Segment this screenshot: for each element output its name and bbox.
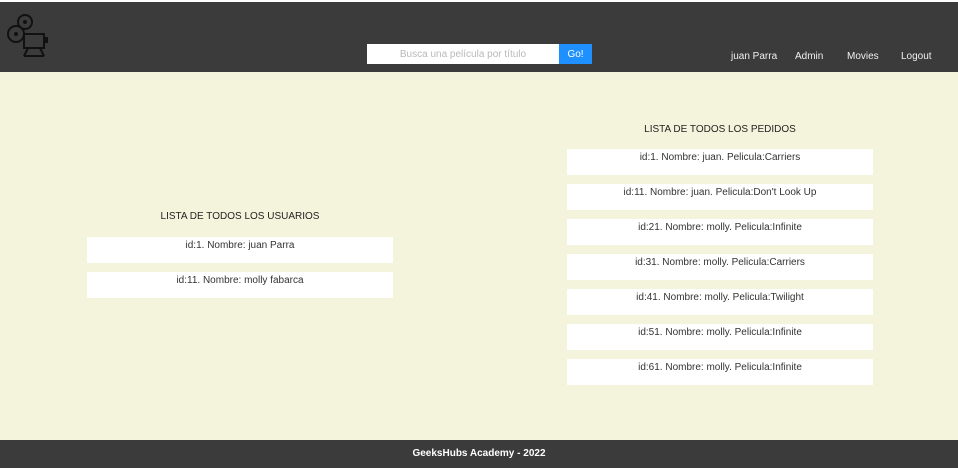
header-top-line	[0, 0, 958, 2]
order-list-item: id:51. Nombre: molly. Pelicula:Infinite	[567, 324, 873, 350]
order-list-item: id:11. Nombre: juan. Pelicula:Don't Look…	[567, 184, 873, 210]
order-list-item: id:41. Nombre: molly. Pelicula:Twilight	[567, 289, 873, 315]
search-form: Go!	[367, 44, 592, 64]
users-list-title: LISTA DE TODOS LOS USUARIOS	[160, 211, 320, 222]
user-list-item: id:1. Nombre: juan Parra	[87, 237, 393, 263]
header: Go! juan Parra Admin Movies Logout	[0, 0, 958, 72]
nav-user-profile[interactable]: juan Parra	[731, 51, 777, 62]
search-input[interactable]	[367, 44, 559, 64]
order-list-item: id:61. Nombre: molly. Pelicula:Infinite	[567, 359, 873, 385]
order-list-item: id:31. Nombre: molly. Pelicula:Carriers	[567, 254, 873, 280]
film-projector-logo-icon[interactable]	[4, 12, 50, 58]
nav-movies[interactable]: Movies	[847, 51, 879, 62]
nav-logout[interactable]: Logout	[901, 51, 932, 62]
order-list-item: id:21. Nombre: molly. Pelicula:Infinite	[567, 219, 873, 245]
footer: GeeksHubs Academy - 2022	[0, 440, 958, 468]
nav-admin[interactable]: Admin	[795, 51, 823, 62]
order-list-item: id:1. Nombre: juan. Pelicula:Carriers	[567, 149, 873, 175]
user-list-item: id:11. Nombre: molly fabarca	[87, 272, 393, 298]
orders-list-title: LISTA DE TODOS LOS PEDIDOS	[644, 124, 796, 135]
search-go-button[interactable]: Go!	[559, 44, 592, 64]
